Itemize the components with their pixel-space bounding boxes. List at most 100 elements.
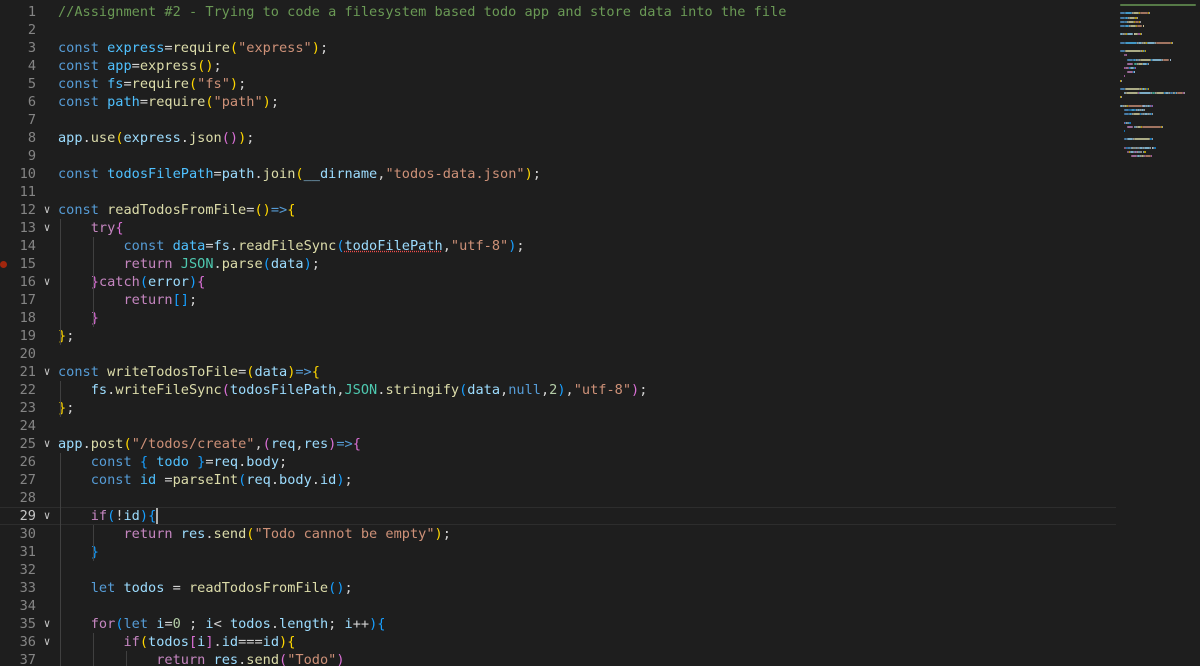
code-line[interactable]: 13 ∨ try{ <box>0 219 1116 237</box>
minimap-segment <box>1147 41 1156 44</box>
code-text[interactable]: }catch(error){ <box>58 273 206 291</box>
chevron-down-icon[interactable]: ∨ <box>40 615 54 633</box>
code-token: "Todo" <box>287 652 337 666</box>
code-line[interactable]: 18 } <box>0 309 1116 327</box>
code-line[interactable]: 31 } <box>0 543 1116 561</box>
code-token: = <box>123 76 132 92</box>
code-text[interactable]: app.use(express.json()); <box>58 129 254 147</box>
code-line[interactable]: 16 ∨ }catch(error){ <box>0 273 1116 291</box>
code-line[interactable]: 4 const app=express(); <box>0 57 1116 75</box>
code-text[interactable]: if(!id){ <box>58 507 159 525</box>
code-line[interactable]: 17 return[]; <box>0 291 1116 309</box>
code-line[interactable]: 33 let todos = readTodosFromFile(); <box>0 579 1116 597</box>
code-line[interactable]: 36 ∨ if(todos[i].id===id){ <box>0 633 1116 651</box>
code-text[interactable]: const express=require("express"); <box>58 39 328 57</box>
code-line[interactable]: 25 ∨ app.post("/todos/create",(req,res)=>{ <box>0 435 1116 453</box>
chevron-down-icon[interactable]: ∨ <box>40 435 54 453</box>
code-token: error <box>148 274 189 290</box>
code-text[interactable]: fs.writeFileSync(todosFilePath,JSON.stri… <box>58 381 648 399</box>
code-line[interactable]: 20 <box>0 345 1116 363</box>
minimap[interactable] <box>1116 0 1200 666</box>
code-token: "Todo cannot be empty" <box>254 526 435 542</box>
line-number: 27 <box>19 472 36 488</box>
code-line[interactable]: 2 <box>0 21 1116 39</box>
code-token: app <box>58 436 83 452</box>
code-token: . <box>213 634 222 650</box>
code-text[interactable]: return JSON.parse(data); <box>58 255 319 273</box>
code-text[interactable]: return res.send("Todo cannot be empty"); <box>58 525 450 543</box>
code-text[interactable]: return[]; <box>58 291 197 309</box>
code-token: body <box>246 454 280 470</box>
code-token: ) <box>336 580 345 596</box>
code-token: ! <box>115 508 124 524</box>
code-text[interactable]: const todosFilePath=path.join(__dirname,… <box>58 165 541 183</box>
chevron-down-icon[interactable]: ∨ <box>40 201 54 219</box>
code-line[interactable]: 3 const express=require("express"); <box>0 39 1116 57</box>
code-text[interactable]: const data=fs.readFileSync(todoFilePath,… <box>58 237 524 255</box>
code-line[interactable]: 9 <box>0 147 1116 165</box>
minimap-segment <box>1135 67 1137 69</box>
code-line[interactable]: 5 const fs=require("fs"); <box>0 75 1116 93</box>
code-line[interactable]: 32 <box>0 561 1116 579</box>
code-line[interactable]: 23}; <box>0 399 1116 417</box>
code-line[interactable]: 34 <box>0 597 1116 615</box>
minimap-segment <box>1138 92 1151 95</box>
code-text[interactable]: return res.send("Todo") <box>58 651 344 666</box>
code-token: fs <box>90 382 108 398</box>
code-line[interactable]: 14 const data=fs.readFileSync(todoFilePa… <box>0 237 1116 255</box>
code-text[interactable]: const app=express(); <box>58 57 222 75</box>
line-number: 1 <box>27 4 36 20</box>
chevron-down-icon[interactable]: ∨ <box>40 363 54 381</box>
code-line[interactable]: 22 fs.writeFileSync(todosFilePath,JSON.s… <box>0 381 1116 399</box>
code-token: . <box>82 436 91 452</box>
minimap-segment <box>1129 121 1131 124</box>
code-line[interactable]: 21 ∨ const writeTodosToFile=(data)=>{ <box>0 363 1116 381</box>
code-text[interactable]: const id =parseInt(req.body.id); <box>58 471 353 489</box>
code-line[interactable]: 19}; <box>0 327 1116 345</box>
code-token: . <box>180 130 189 146</box>
code-line[interactable]: 1 //Assignment #2 - Trying to code a file… <box>0 3 1116 21</box>
code-text[interactable]: const writeTodosToFile=(data)=>{ <box>58 363 320 381</box>
code-line[interactable]: 6 const path=require("path"); <box>0 93 1116 111</box>
code-text[interactable]: try{ <box>58 219 124 237</box>
code-line[interactable]: 11 <box>0 183 1116 201</box>
minimap-segment <box>1140 33 1142 36</box>
chevron-down-icon[interactable]: ∨ <box>40 507 54 525</box>
code-token: ) <box>205 58 214 74</box>
code-line[interactable]: 35 ∨ for(let i=0 ; i< todos.length; i++){ <box>0 615 1116 633</box>
code-text[interactable]: //Assignment #2 - Trying to code a files… <box>58 3 786 21</box>
code-token: ) <box>336 472 345 488</box>
code-line[interactable]: 15 return JSON.parse(data); <box>0 255 1116 273</box>
code-line[interactable]: 26 const { todo }=req.body; <box>0 453 1116 471</box>
code-line[interactable]: 12 ∨ const readTodosFromFile=()=>{ <box>0 201 1116 219</box>
code-line[interactable]: 28 <box>0 489 1116 507</box>
code-text[interactable]: app.post("/todos/create",(req,res)=>{ <box>58 435 361 453</box>
code-line[interactable]: 27 const id =parseInt(req.body.id); <box>0 471 1116 489</box>
code-text[interactable]: const path=require("path"); <box>58 93 279 111</box>
code-token: = <box>205 454 214 470</box>
line-number: 25 <box>19 436 36 452</box>
code-text[interactable]: let todos = readTodosFromFile(); <box>58 579 353 597</box>
minimap-segment <box>1127 138 1133 141</box>
minimap-segment <box>1156 41 1172 44</box>
code-line[interactable]: 30 return res.send("Todo cannot be empty… <box>0 525 1116 543</box>
code-text[interactable]: const readTodosFromFile=()=>{ <box>58 201 295 219</box>
minimap-segment <box>1120 96 1122 99</box>
chevron-down-icon[interactable]: ∨ <box>40 273 54 291</box>
line-number: 19 <box>19 328 36 344</box>
line-number: 15 <box>19 256 36 272</box>
code-line[interactable]: 24 <box>0 417 1116 435</box>
code-line[interactable]: 7 <box>0 111 1116 129</box>
code-line[interactable]: 8 app.use(express.json()); <box>0 129 1116 147</box>
code-text[interactable]: for(let i=0 ; i< todos.length; i++){ <box>58 615 386 633</box>
chevron-down-icon[interactable]: ∨ <box>40 219 54 237</box>
chevron-down-icon[interactable]: ∨ <box>40 633 54 651</box>
code-line[interactable]: 10 const todosFilePath=path.join(__dirnam… <box>0 165 1116 183</box>
code-text[interactable]: const { todo }=req.body; <box>58 453 287 471</box>
code-editor[interactable]: 1 //Assignment #2 - Trying to code a file… <box>0 0 1200 666</box>
code-line[interactable]: 29 ∨ if(!id){ <box>0 507 1116 525</box>
code-token: , <box>565 382 574 398</box>
code-line[interactable]: 37 return res.send("Todo") <box>0 651 1116 666</box>
code-text[interactable]: const fs=require("fs"); <box>58 75 246 93</box>
